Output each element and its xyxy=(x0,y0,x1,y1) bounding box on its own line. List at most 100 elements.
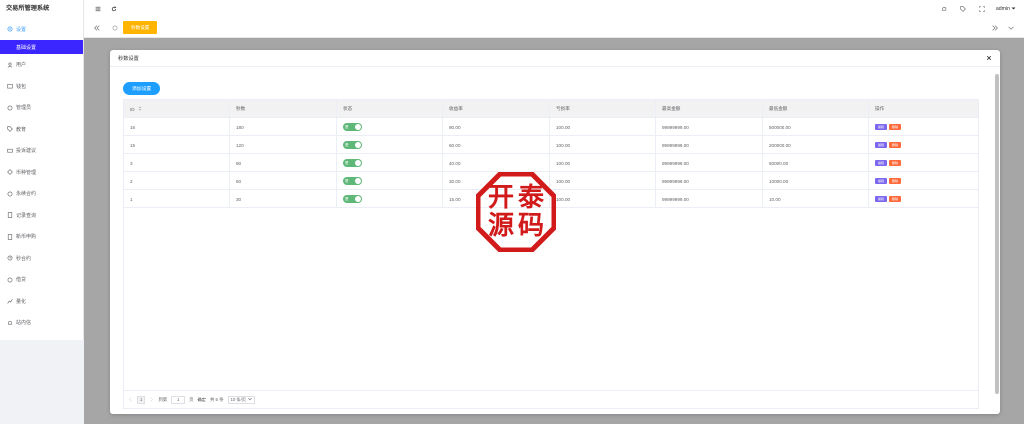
cell-max: 99999999.00 xyxy=(656,154,763,172)
cell-id: 2 xyxy=(124,172,230,190)
sort-icon[interactable] xyxy=(138,106,142,112)
double-left-icon[interactable] xyxy=(92,23,102,33)
refresh-icon[interactable] xyxy=(109,4,119,14)
page-number-current[interactable]: 1 xyxy=(137,395,146,404)
dialog-scrollbar[interactable] xyxy=(994,72,999,414)
cell-max: 99999999.00 xyxy=(656,190,763,208)
col-header-id[interactable]: ID xyxy=(124,100,230,118)
edit-button[interactable]: 编辑 xyxy=(875,159,887,167)
cell-seconds: 60 xyxy=(230,172,337,190)
col-header-loss: 亏损率 xyxy=(550,100,656,118)
sidebar-item-admin[interactable]: 管理员 xyxy=(0,97,83,119)
user-menu[interactable]: admin xyxy=(996,6,1016,13)
theme-icon[interactable] xyxy=(939,4,949,14)
tag-icon[interactable] xyxy=(958,4,968,14)
page-size-select[interactable]: 10 条/页 xyxy=(227,395,255,404)
close-icon[interactable] xyxy=(984,53,994,63)
tag-bar: 秒数设置 xyxy=(84,18,1024,38)
cell-loss: 100.00 xyxy=(550,172,656,190)
quant-icon xyxy=(6,298,13,305)
next-page-icon[interactable] xyxy=(149,396,154,403)
sidebar-item-education[interactable]: 教育 xyxy=(0,119,83,141)
table-row: 3 90 是 40.00 100.00 99999999.00 50000.00… xyxy=(124,154,978,172)
cell-min: 50000.00 xyxy=(763,154,869,172)
delete-button[interactable]: 删除 xyxy=(889,141,901,149)
cell-actions: 编辑 删除 xyxy=(869,118,978,136)
sidebar-item-coins[interactable]: 币种管理 xyxy=(0,162,83,184)
sidebar-item-basic-settings[interactable]: 基础设置 xyxy=(0,40,83,54)
contract-icon xyxy=(6,190,13,197)
sidebar-item-mail[interactable]: 站内信 xyxy=(0,312,83,334)
add-setting-button[interactable]: 添加设置 xyxy=(123,82,161,95)
sidebar-item-quant[interactable]: 量化 xyxy=(0,291,83,313)
status-switch[interactable]: 是 xyxy=(343,141,362,149)
purchase-icon xyxy=(6,233,13,240)
delete-button[interactable]: 删除 xyxy=(889,159,901,167)
sidebar-item-records[interactable]: 记录查询 xyxy=(0,205,83,227)
cell-status: 是 xyxy=(337,154,443,172)
edit-button[interactable]: 编辑 xyxy=(875,195,887,203)
status-switch[interactable]: 是 xyxy=(343,123,362,131)
col-header-max: 最高金额 xyxy=(656,100,763,118)
edit-button[interactable]: 编辑 xyxy=(875,177,887,185)
fullscreen-icon[interactable] xyxy=(977,4,987,14)
cell-max: 99999999.00 xyxy=(656,172,763,190)
sidebar-item-second-contract[interactable]: 秒合约 xyxy=(0,248,83,270)
seal-text: 开 泰 源 码 xyxy=(487,183,544,241)
delete-button[interactable]: 删除 xyxy=(889,195,901,203)
cell-min: 500000.00 xyxy=(763,118,869,136)
pagination: 1 到第 1 页 确定 共 5 条 10 条/页 xyxy=(124,390,978,408)
col-header-profit: 收益率 xyxy=(443,100,550,118)
delete-button[interactable]: 删除 xyxy=(889,177,901,185)
table-row: 15 120 是 60.00 100.00 99999999.00 200000… xyxy=(124,136,978,154)
cell-min: 10.00 xyxy=(763,190,869,208)
cell-id: 3 xyxy=(124,154,230,172)
top-header: admin xyxy=(84,0,1024,18)
status-switch[interactable]: 是 xyxy=(343,177,362,185)
sidebar-item-label: 用户 xyxy=(16,62,27,69)
cell-min: 200000.00 xyxy=(763,136,869,154)
home-circle-icon[interactable] xyxy=(110,23,120,33)
menu-fold-icon[interactable] xyxy=(93,4,103,14)
table-row: 16 180 是 90.00 100.00 99999999.00 500000… xyxy=(124,118,978,136)
dialog-header: 秒数设置 xyxy=(110,50,1000,67)
goto-confirm-button[interactable]: 确定 xyxy=(198,397,206,403)
status-switch[interactable]: 是 xyxy=(343,195,362,203)
cell-profit: 60.00 xyxy=(443,136,550,154)
sidebar-item-settings[interactable]: 设置 xyxy=(0,18,83,40)
sidebar-item-feedback[interactable]: 投诉建议 xyxy=(0,140,83,162)
double-right-icon[interactable] xyxy=(990,23,1000,33)
cell-id: 16 xyxy=(124,118,230,136)
prev-page-icon[interactable] xyxy=(128,396,133,403)
mail-icon xyxy=(6,319,13,326)
sidebar-item-wallet[interactable]: 钱包 xyxy=(0,76,83,98)
chevron-down-icon[interactable] xyxy=(1006,23,1016,33)
sidebar-item-perpetual[interactable]: 永续合约 xyxy=(0,183,83,205)
cell-profit: 40.00 xyxy=(443,154,550,172)
sidebar-item-users[interactable]: 用户 xyxy=(0,54,83,76)
sidebar-item-new-coin[interactable]: 新币申购 xyxy=(0,226,83,248)
user-icon xyxy=(6,61,13,68)
cell-status: 是 xyxy=(337,190,443,208)
cell-status: 是 xyxy=(337,172,443,190)
status-switch[interactable]: 是 xyxy=(343,159,362,167)
edit-button[interactable]: 编辑 xyxy=(875,141,887,149)
scrollbar-thumb[interactable] xyxy=(994,74,999,394)
cell-id: 1 xyxy=(124,190,230,208)
cell-id: 15 xyxy=(124,136,230,154)
cell-status: 是 xyxy=(337,136,443,154)
tag-active[interactable]: 秒数设置 xyxy=(123,21,158,34)
cell-seconds: 30 xyxy=(230,190,337,208)
table-header-row: ID 秒数 状态 收益率 亏损率 最高金额 最低金额 操作 xyxy=(124,100,978,118)
loan-icon xyxy=(6,276,13,283)
col-header-actions: 操作 xyxy=(875,106,885,111)
delete-button[interactable]: 删除 xyxy=(889,123,901,131)
sidebar-item-label: 钱包 xyxy=(16,83,27,90)
sidebar-item-loan[interactable]: 借贷 xyxy=(0,269,83,291)
edit-button[interactable]: 编辑 xyxy=(875,123,887,131)
cell-seconds: 180 xyxy=(230,118,337,136)
sidebar-item-label: 记录查询 xyxy=(16,212,37,219)
goto-page-input[interactable]: 1 xyxy=(171,395,186,404)
sidebar-item-label: 借贷 xyxy=(16,277,27,284)
sidebar-item-label: 投诉建议 xyxy=(16,148,37,155)
